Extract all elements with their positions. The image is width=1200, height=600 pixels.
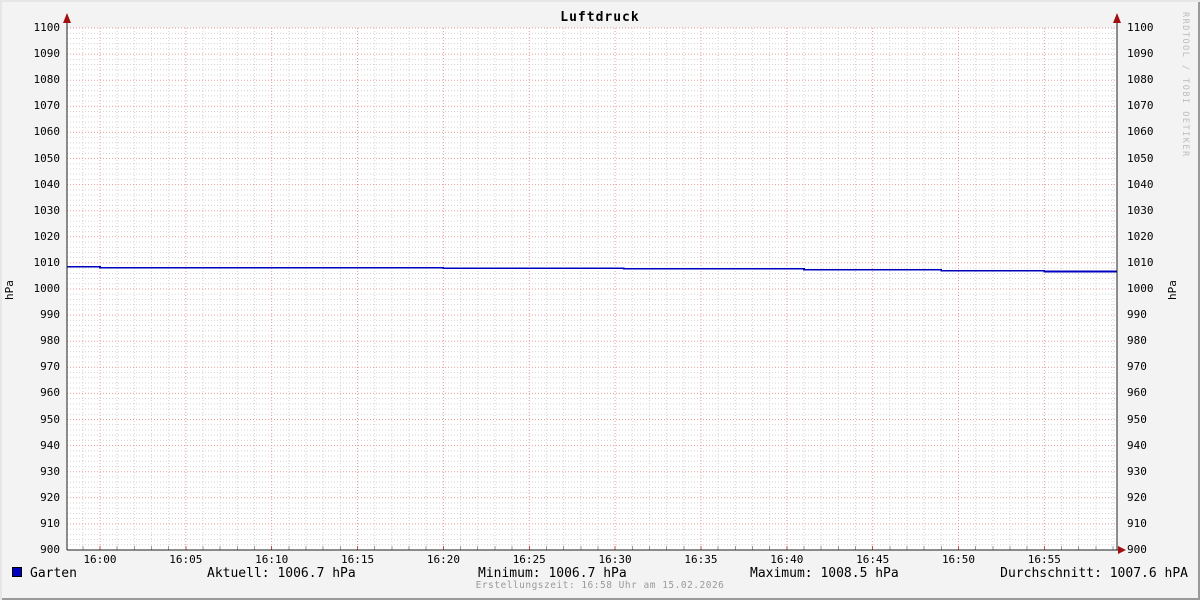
x-tick-label: 16:35 xyxy=(684,553,718,566)
y-tick-label: 1030 xyxy=(1127,203,1154,217)
x-tick-label: 16:00 xyxy=(83,553,117,566)
y-tick-label: 940 xyxy=(1127,438,1147,452)
y-tick-label: 1090 xyxy=(1127,47,1154,61)
y-tick-label: 950 xyxy=(40,412,60,426)
y-tick-label: 910 xyxy=(40,516,60,530)
x-tick-label: 16:05 xyxy=(169,553,203,566)
y-axis-arrow-left xyxy=(63,13,71,23)
plot-area xyxy=(63,13,1126,554)
stat-minimum: Minimum: 1006.7 hPa xyxy=(478,566,627,581)
y-tick-label: 1100 xyxy=(1127,21,1154,34)
series-name: Garten xyxy=(30,566,77,581)
y-tick-label: 1100 xyxy=(33,21,61,34)
y-tick-label: 1080 xyxy=(1127,73,1154,87)
y-tick-label: 930 xyxy=(1127,464,1147,478)
x-tick-label: 16:45 xyxy=(856,553,890,566)
y-tick-label: 1020 xyxy=(33,229,61,243)
y-tick-label: 940 xyxy=(40,438,60,452)
y-tick-label: 990 xyxy=(40,308,60,322)
y-tick-label: 970 xyxy=(40,360,60,374)
rrdtool-watermark: RRDTOOL / TOBI OETIKER xyxy=(1180,12,1190,158)
x-tick-label: 16:15 xyxy=(340,553,375,566)
y-tick-label: 1090 xyxy=(33,47,61,61)
y-tick-label: 1000 xyxy=(33,282,61,295)
y-tick-label: 1020 xyxy=(1127,229,1154,243)
x-tick-label: 16:50 xyxy=(941,553,976,566)
y-tick-label: 1050 xyxy=(1127,151,1154,165)
x-tick-label: 16:10 xyxy=(255,553,289,566)
series-color-swatch xyxy=(12,567,22,577)
x-tick-label: 16:30 xyxy=(598,553,632,566)
y-tick-label: 1070 xyxy=(1127,99,1154,113)
stat-aktuell: Aktuell: 1006.7 hPa xyxy=(207,566,356,581)
x-tick-label: 16:25 xyxy=(512,553,546,566)
y-tick-label: 1030 xyxy=(33,203,61,217)
y-tick-label: 1000 xyxy=(1127,282,1154,295)
y-tick-label: 1070 xyxy=(33,99,61,113)
creation-timestamp: Erstellungszeit: 16:58 Uhr am 15.02.2026 xyxy=(475,580,725,591)
stat-maximum: Maximum: 1008.5 hPa xyxy=(750,566,899,581)
y-tick-label: 950 xyxy=(1127,412,1147,426)
y-tick-label: 1050 xyxy=(33,151,61,165)
y-tick-label: 1040 xyxy=(33,177,61,191)
y-tick-label: 910 xyxy=(1127,516,1147,530)
y-tick-label: 980 xyxy=(40,334,60,348)
y-tick-label: 1040 xyxy=(1127,177,1154,191)
y-tick-label: 900 xyxy=(1127,543,1147,556)
y-tick-label: 980 xyxy=(1127,334,1147,348)
y-tick-label: 960 xyxy=(1127,386,1147,400)
y-tick-label: 1010 xyxy=(33,255,61,269)
x-tick-label: 16:20 xyxy=(426,553,460,566)
x-tick-label: 16:55 xyxy=(1027,553,1061,566)
y-tick-label: 1080 xyxy=(33,73,61,87)
x-tick-label: 16:40 xyxy=(770,553,804,566)
y-tick-label: 920 xyxy=(40,490,60,504)
y-tick-label: 1010 xyxy=(1127,255,1154,269)
y-tick-label: 1060 xyxy=(33,125,61,139)
y-tick-label: 990 xyxy=(1127,308,1147,322)
y-tick-label: 900 xyxy=(40,543,60,556)
y-tick-label: 930 xyxy=(40,464,60,478)
stat-durchschnitt: Durchschnitt: 1007.6 hPA xyxy=(1000,566,1188,581)
y-axis-arrow-right xyxy=(1113,13,1121,23)
x-axis-arrow xyxy=(1118,546,1126,554)
y-tick-label: 970 xyxy=(1127,360,1147,374)
y-tick-label: 920 xyxy=(1127,490,1147,504)
rrdtool-graph-window: Luftdruck hPa hPa 900 910 920 930 940 950 960 9… xyxy=(0,0,1200,600)
y-tick-label: 1060 xyxy=(1127,125,1154,139)
y-tick-label: 960 xyxy=(40,386,60,400)
